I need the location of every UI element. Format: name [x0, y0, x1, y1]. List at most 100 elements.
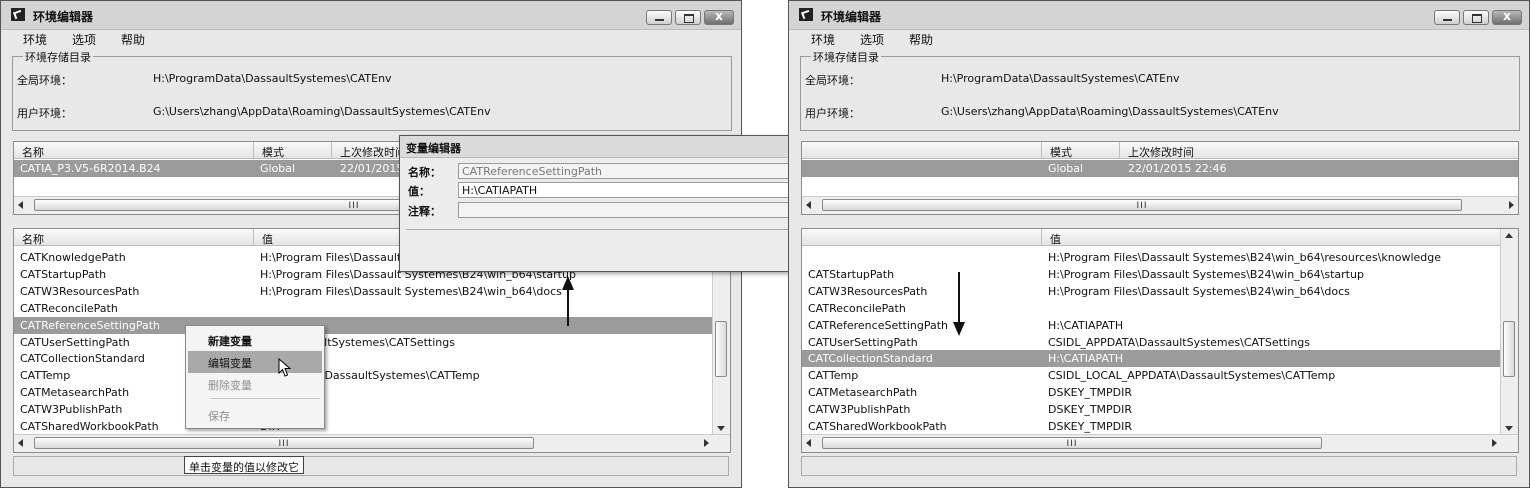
scroll-thumb[interactable]: III — [822, 437, 1322, 449]
table-row[interactable]: CATMetasearchPathDIR — [14, 384, 714, 401]
table-row[interactable]: CATW3ResourcesPath H:\Program Files\Dassa… — [14, 283, 714, 300]
var-name-cell: CATStartupPath — [20, 267, 107, 281]
scroll-left-icon[interactable] — [806, 201, 811, 209]
menu-options[interactable]: 选项 — [860, 31, 884, 48]
table-row[interactable]: CATReconcilePath — [802, 300, 1502, 317]
table-row[interactable]: CATReferenceSettingPath H:\CATIAPATH — [802, 317, 1502, 334]
scroll-left-icon[interactable] — [18, 201, 23, 209]
storage-group-title: 环境存储目录 — [23, 49, 93, 65]
col-mode[interactable]: 模式 — [254, 142, 332, 159]
dialog-title: 变量编辑器 — [406, 142, 461, 155]
table-row[interactable]: CATUserSettingPath CSIDL_APPDATA\Dassault… — [802, 334, 1502, 351]
var-value-cell[interactable]: H:\Program Files\Dassault Systemes\B24\w… — [1048, 251, 1441, 264]
horizontal-scrollbar[interactable]: III — [802, 196, 1518, 214]
table-row[interactable]: CATCollectionStandard — [14, 350, 714, 367]
annotation-line — [567, 288, 569, 326]
var-name-cell: CATMetasearchPath — [20, 386, 130, 400]
scroll-thumb[interactable] — [715, 321, 727, 377]
table-row[interactable]: CATW3PublishPathDIR — [14, 401, 714, 418]
table-row[interactable]: CATUserSettingPath ATA\DassaultSystemes\C… — [14, 334, 714, 351]
col-name[interactable]: 名称 — [14, 142, 254, 159]
ctx-separator — [210, 398, 320, 399]
table-row[interactable]: CATStartupPath H:\Program Files\Dassault … — [802, 266, 1502, 283]
table-row[interactable]: CATTemp L_APPDATA\DassaultSystemes\CATTem… — [14, 367, 714, 384]
var-value-cell[interactable]: H:\CATIAPATH — [1048, 352, 1123, 365]
var-value-cell[interactable]: DSKEY_TMPDIR — [1048, 420, 1132, 433]
menu-env[interactable]: 环境 — [811, 31, 835, 48]
col-var-name[interactable] — [802, 229, 1042, 246]
menu-bar: 环境 选项 帮助 — [1, 29, 741, 47]
scroll-down-icon[interactable] — [717, 426, 725, 431]
col-name[interactable] — [802, 142, 1042, 159]
scroll-thumb[interactable] — [1503, 321, 1515, 377]
horizontal-scrollbar[interactable]: III — [802, 434, 1518, 452]
var-value-cell[interactable]: DSKEY_TMPDIR — [1048, 403, 1132, 416]
menu-env[interactable]: 环境 — [23, 31, 47, 48]
scroll-thumb[interactable]: III — [822, 199, 1462, 211]
table-row[interactable]: Global 22/01/2015 22:46 — [802, 160, 1518, 177]
table-row[interactable]: CATSharedWorkbookPathDIR — [14, 418, 714, 435]
scroll-left-icon[interactable] — [18, 439, 23, 447]
minimize-button[interactable] — [1434, 10, 1460, 25]
scroll-down-icon[interactable] — [1505, 426, 1513, 431]
var-value-cell[interactable]: H:\Program Files\Dassault Systemes\B24\w… — [1048, 268, 1364, 281]
table-row[interactable]: CATReferenceSettingPath — [14, 316, 714, 334]
var-value-cell[interactable]: CSIDL_LOCAL_APPDATA\DassaultSystemes\CAT… — [1048, 369, 1335, 382]
title-bar[interactable]: 环境编辑器 x — [789, 1, 1529, 30]
var-value-cell[interactable]: DSKEY_TMPDIR — [1048, 386, 1132, 399]
scroll-right-icon[interactable] — [1509, 201, 1514, 209]
scroll-thumb[interactable]: III — [34, 437, 534, 449]
global-env-label: 全局环境： — [17, 74, 72, 87]
table-row[interactable]: CATReconcilePath — [14, 300, 714, 317]
menu-options[interactable]: 选项 — [72, 31, 96, 48]
ctx-save: 保存 — [208, 410, 230, 423]
table-row[interactable]: CATW3ResourcesPath H:\Program Files\Dassa… — [802, 283, 1502, 300]
status-bar — [13, 456, 729, 476]
env-table: 模式 上次修改时间 Global 22/01/2015 22:46 III — [801, 141, 1519, 215]
menu-help[interactable]: 帮助 — [121, 31, 145, 48]
close-icon: x — [1503, 9, 1511, 23]
vertical-scrollbar[interactable] — [1500, 229, 1518, 435]
table-row[interactable]: CATCollectionStandard H:\CATIAPATH — [802, 350, 1502, 368]
table-row[interactable]: CATMetasearchPath DSKEY_TMPDIR — [802, 384, 1502, 401]
col-modified[interactable]: 上次修改时间 — [1120, 142, 1518, 159]
table-row[interactable]: CATW3PublishPath DSKEY_TMPDIR — [802, 401, 1502, 418]
col-mode[interactable]: 模式 — [1042, 142, 1120, 159]
scroll-left-icon[interactable] — [806, 439, 811, 447]
var-value-cell[interactable]: CSIDL_APPDATA\DassaultSystemes\CATSettin… — [1048, 336, 1310, 349]
var-name-cell: CATTemp — [20, 369, 71, 383]
close-button[interactable]: x — [704, 9, 734, 25]
var-name-cell: CATW3PublishPath — [808, 403, 911, 417]
col-var-value[interactable]: 值 — [1042, 229, 1502, 246]
var-name-cell: CATKnowledgePath — [20, 251, 126, 264]
var-name-cell: CATUserSettingPath — [20, 335, 130, 349]
title-bar[interactable]: 环境编辑器 x — [1, 1, 741, 30]
scroll-up-icon[interactable] — [1505, 233, 1513, 238]
var-value-cell[interactable]: H:\Program Files\Dassault Systemes\B24\w… — [1048, 285, 1350, 298]
var-name-cell: CATCollectionStandard — [808, 352, 933, 366]
var-value-cell[interactable]: H:\Program Files\Dassault Systemes\B24\w… — [260, 285, 562, 298]
maximize-button[interactable] — [1463, 10, 1489, 25]
scroll-right-icon[interactable] — [1492, 439, 1497, 447]
var-name-cell: CATSharedWorkbookPath — [808, 420, 947, 433]
minimize-button[interactable] — [646, 10, 672, 25]
ctx-new-variable[interactable]: 新建变量 — [188, 329, 322, 351]
var-value-cell[interactable]: H:\Program Files\Dassault — [260, 251, 401, 264]
col-var-name[interactable]: 名称 — [14, 229, 254, 246]
maximize-button[interactable] — [675, 10, 701, 25]
annotation-up-arrow-icon — [562, 276, 574, 290]
table-row[interactable]: H:\Program Files\Dassault Systemes\B24\w… — [802, 249, 1502, 266]
menu-help[interactable]: 帮助 — [909, 31, 933, 48]
ctx-edit-variable[interactable]: 编辑变量 — [188, 351, 322, 373]
scroll-right-icon[interactable] — [704, 439, 709, 447]
env-time-cell: 22/01/2015 — [340, 162, 404, 175]
app-icon — [11, 8, 25, 21]
storage-group: 环境存储目录 全局环境： H:\ProgramData\DassaultSyst… — [12, 49, 732, 131]
var-name-cell: CATCollectionStandard — [20, 352, 145, 366]
table-row[interactable]: CATTemp CSIDL_LOCAL_APPDATA\DassaultSyste… — [802, 367, 1502, 384]
var-value-cell[interactable]: H:\CATIAPATH — [1048, 319, 1123, 332]
horizontal-scrollbar[interactable]: III — [14, 434, 730, 452]
close-button[interactable]: x — [1492, 9, 1522, 25]
table-row[interactable]: CATSharedWorkbookPath DSKEY_TMPDIR — [802, 418, 1502, 435]
global-env-value: H:\ProgramData\DassaultSystemes\CATEnv — [153, 72, 392, 85]
